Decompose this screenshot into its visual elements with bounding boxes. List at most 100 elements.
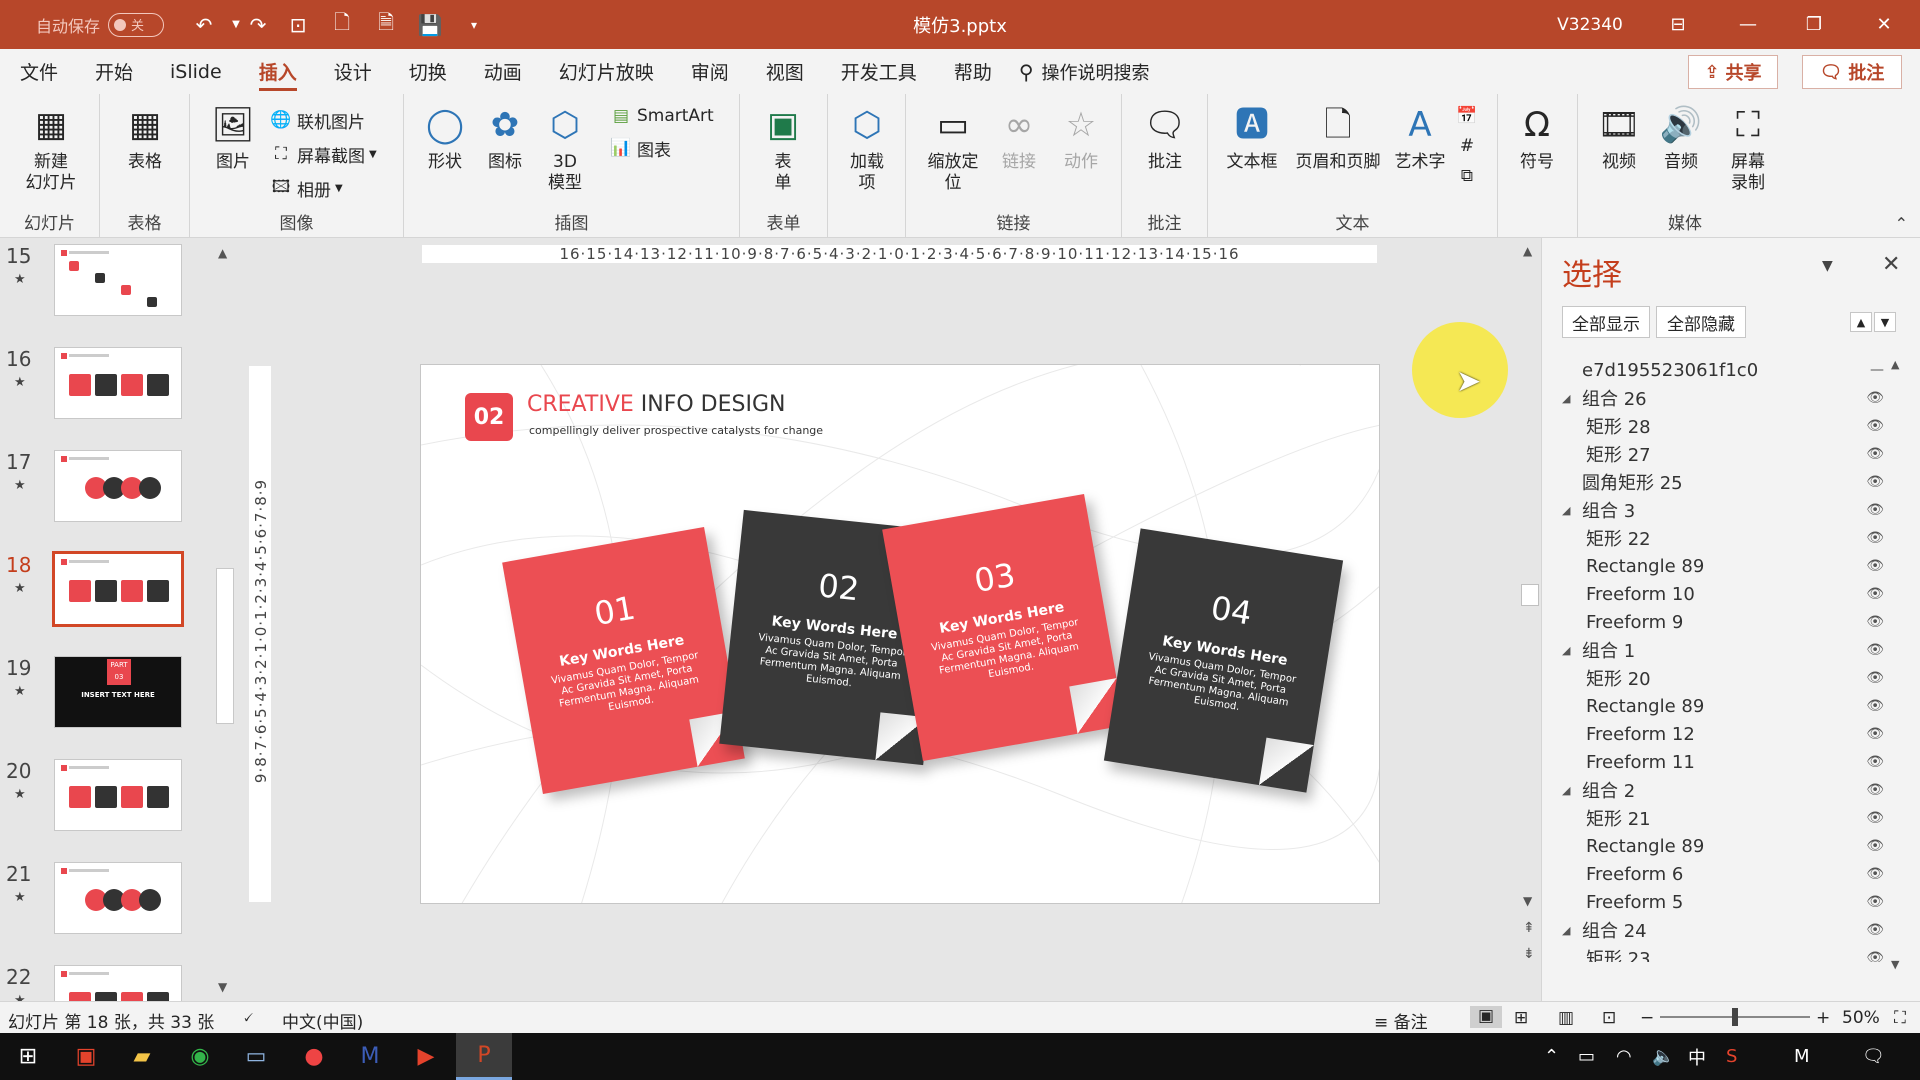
- info-card[interactable]: 01 Key Words Here Vivamus Quam Dolor, Temp…: [502, 526, 745, 795]
- selection-scrollbar[interactable]: ▲ ▼: [1887, 358, 1907, 978]
- reading-view-icon[interactable]: ▥: [1558, 1008, 1574, 1028]
- layer-item[interactable]: Freeform 10 👁: [1542, 580, 1892, 608]
- header-footer-button[interactable]: 🗋 页眉和页脚: [1290, 102, 1386, 173]
- bring-forward-icon[interactable]: ▲: [1850, 312, 1872, 332]
- normal-view-icon[interactable]: ▣: [1470, 1006, 1502, 1028]
- link-button[interactable]: ∞ 链接: [994, 102, 1044, 173]
- volume-icon[interactable]: 🔈: [1652, 1033, 1674, 1080]
- show-all-button[interactable]: 全部显示: [1562, 306, 1650, 338]
- slide-subtitle[interactable]: compellingly deliver prospective catalys…: [529, 424, 823, 437]
- input-method-indicator[interactable]: 中: [1688, 1033, 1706, 1080]
- form-button[interactable]: ▣ 表 单: [758, 102, 808, 194]
- next-slide-icon[interactable]: ⇟: [1523, 946, 1535, 962]
- visibility-eye-icon[interactable]: 👁: [1866, 866, 1884, 882]
- visibility-eye-icon[interactable]: 👁: [1866, 894, 1884, 910]
- symbol-button[interactable]: Ω 符号: [1512, 102, 1562, 173]
- fit-to-window-icon[interactable]: ⛶: [1894, 1008, 1906, 1028]
- video-app-icon[interactable]: ▶: [398, 1033, 454, 1080]
- send-backward-icon[interactable]: ▼: [1874, 312, 1896, 332]
- layer-item[interactable]: 矩形 28 👁: [1542, 412, 1892, 440]
- ribbon-display-options-icon[interactable]: ⊟: [1648, 0, 1708, 49]
- zoom-level[interactable]: 50%: [1842, 1008, 1880, 1028]
- minimize-icon[interactable]: —: [1718, 0, 1778, 49]
- picture-button[interactable]: 🖼 图片: [208, 102, 258, 173]
- collapse-ribbon-icon[interactable]: ⌃: [1895, 214, 1908, 233]
- visibility-eye-icon[interactable]: 👁: [1866, 502, 1884, 518]
- addins-button[interactable]: ⬡ 加载 项: [842, 102, 892, 194]
- audio-button[interactable]: 🔊 音频: [1656, 102, 1706, 173]
- visibility-eye-icon[interactable]: 👁: [1866, 950, 1884, 962]
- thumbnail-image[interactable]: [54, 244, 182, 316]
- file-explorer-icon[interactable]: ▰: [114, 1033, 170, 1080]
- layer-item[interactable]: Freeform 12 👁: [1542, 720, 1892, 748]
- slide-thumbnail[interactable]: 15 ★: [0, 244, 210, 326]
- tab-10[interactable]: 开发工具: [841, 49, 917, 94]
- layer-item[interactable]: ◢ 组合 2 👁: [1542, 776, 1892, 804]
- layer-item[interactable]: Rectangle 89 👁: [1542, 552, 1892, 580]
- online-picture-button[interactable]: 🌐 联机图片: [270, 106, 365, 134]
- expand-triangle-icon[interactable]: ◢: [1562, 504, 1576, 517]
- layer-item[interactable]: 矩形 20 👁: [1542, 664, 1892, 692]
- tab-3[interactable]: 插入: [258, 49, 297, 94]
- visibility-eye-icon[interactable]: 👁: [1866, 446, 1884, 462]
- layer-item[interactable]: 圆角矩形 25 👁: [1542, 468, 1892, 496]
- layer-item[interactable]: ◢ 组合 26 👁: [1542, 384, 1892, 412]
- zoom-in-icon[interactable]: +: [1816, 1008, 1830, 1028]
- layer-item[interactable]: Freeform 6 👁: [1542, 860, 1892, 888]
- powerpoint-taskbar-icon[interactable]: P: [456, 1033, 512, 1080]
- layer-item[interactable]: Rectangle 89 👁: [1542, 832, 1892, 860]
- tab-5[interactable]: 切换: [409, 49, 447, 94]
- icons-button[interactable]: ✿ 图标: [480, 102, 530, 173]
- wifi-icon[interactable]: ◠: [1616, 1033, 1632, 1080]
- customize-qat-icon[interactable]: ▾: [458, 0, 490, 49]
- layer-item[interactable]: Freeform 9 👁: [1542, 608, 1892, 636]
- slideshow-icon[interactable]: ⊡: [1602, 1008, 1616, 1028]
- spell-check-icon[interactable]: 🗸: [242, 1008, 254, 1028]
- tell-me-search[interactable]: ⚲ 操作说明搜索: [1019, 59, 1150, 85]
- chrome-icon[interactable]: ●: [286, 1033, 342, 1080]
- action-button[interactable]: ☆ 动作: [1056, 102, 1106, 173]
- layer-item[interactable]: 矩形 21 👁: [1542, 804, 1892, 832]
- visibility-dash-icon[interactable]: —: [1870, 362, 1884, 378]
- thumbnail-image[interactable]: [54, 347, 182, 419]
- info-card[interactable]: 04 Key Words Here Vivamus Quam Dolor, Temp…: [1103, 528, 1344, 793]
- slide-thumbnail[interactable]: 18 ★: [0, 551, 210, 635]
- zoom-out-icon[interactable]: −: [1640, 1008, 1654, 1028]
- expand-triangle-icon[interactable]: ◢: [1562, 924, 1576, 937]
- visibility-eye-icon[interactable]: 👁: [1866, 586, 1884, 602]
- slide-thumbnail[interactable]: 17 ★: [0, 450, 210, 532]
- slide-title[interactable]: CREATIVE INFO DESIGN: [527, 392, 785, 417]
- slide-position-status[interactable]: 幻灯片 第 18 张，共 33 张: [8, 1008, 214, 1033]
- visibility-eye-icon[interactable]: 👁: [1866, 670, 1884, 686]
- previous-slide-icon[interactable]: ⇞: [1523, 920, 1535, 936]
- browser-icon[interactable]: ◉: [172, 1033, 228, 1080]
- visibility-eye-icon[interactable]: 👁: [1866, 698, 1884, 714]
- app-m-icon[interactable]: M: [342, 1033, 398, 1080]
- editor-scroll-thumb[interactable]: [1521, 584, 1539, 606]
- screen-tool-icon[interactable]: ▭: [228, 1033, 284, 1080]
- thumbnail-image[interactable]: [54, 759, 182, 831]
- scroll-up-icon[interactable]: ▲: [218, 246, 227, 260]
- visibility-eye-icon[interactable]: 👁: [1866, 530, 1884, 546]
- autosave-toggle[interactable]: 关: [108, 12, 164, 37]
- slide-thumbnail[interactable]: 21 ★: [0, 862, 210, 944]
- tab-4[interactable]: 设计: [334, 49, 372, 94]
- layer-item[interactable]: ◢ 组合 3 👁: [1542, 496, 1892, 524]
- slide-thumbnail[interactable]: 19 ★ PART 03 INSERT TEXT HERE: [0, 656, 210, 738]
- visibility-eye-icon[interactable]: 👁: [1866, 810, 1884, 826]
- expand-triangle-icon[interactable]: ◢: [1562, 644, 1576, 657]
- scroll-down-icon[interactable]: ▼: [1891, 958, 1899, 971]
- visibility-eye-icon[interactable]: 👁: [1866, 390, 1884, 406]
- visibility-eye-icon[interactable]: 👁: [1866, 782, 1884, 798]
- thumbnail-image[interactable]: PART 03 INSERT TEXT HERE: [54, 656, 182, 728]
- 3d-model-button[interactable]: ⬡ 3D 模型: [540, 102, 590, 194]
- slide-canvas[interactable]: 02 CREATIVE INFO DESIGN compellingly del…: [420, 364, 1380, 904]
- battery-icon[interactable]: ▭: [1578, 1033, 1595, 1080]
- close-icon[interactable]: ✕: [1854, 0, 1914, 49]
- tray-expand-icon[interactable]: ⌃: [1544, 1033, 1559, 1080]
- comments-button[interactable]: 🗨 批注: [1802, 55, 1902, 89]
- visibility-eye-icon[interactable]: 👁: [1866, 474, 1884, 490]
- autosave-control[interactable]: 自动保存 关: [30, 0, 170, 49]
- sogou-ime-icon[interactable]: S: [1726, 1033, 1737, 1080]
- visibility-eye-icon[interactable]: 👁: [1866, 418, 1884, 434]
